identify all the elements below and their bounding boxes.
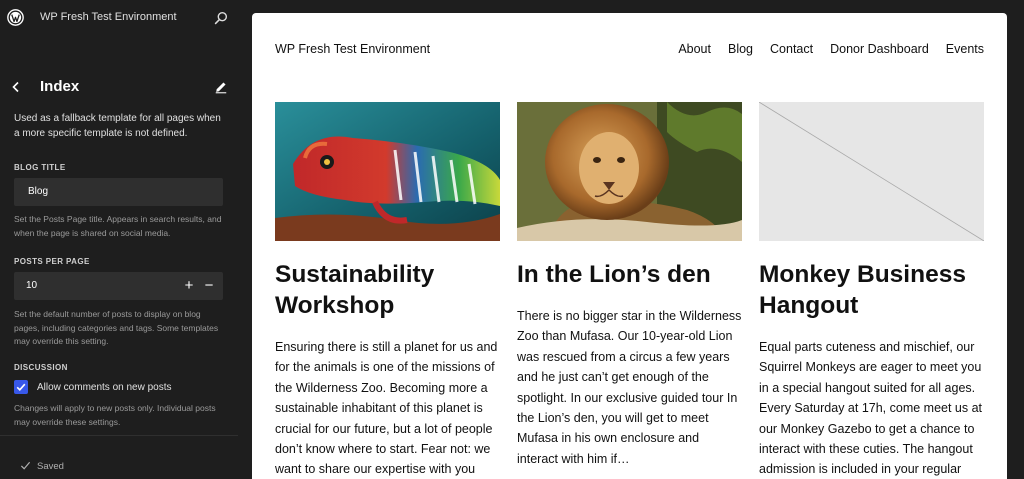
- plus-icon[interactable]: +: [183, 278, 195, 293]
- allow-comments-checkbox[interactable]: [14, 380, 28, 394]
- discussion-help: Changes will apply to new posts only. In…: [14, 403, 216, 427]
- post-excerpt: There is no bigger star in the Wildernes…: [517, 309, 742, 466]
- nav-item-blog[interactable]: Blog: [728, 42, 753, 56]
- post-excerpt: Ensuring there is still a planet for us …: [275, 340, 498, 477]
- lion-photo-icon: [517, 102, 742, 241]
- nav-item-contact[interactable]: Contact: [770, 42, 813, 56]
- post-featured-image-placeholder[interactable]: [759, 102, 984, 241]
- discussion-label: DISCUSSION: [14, 363, 68, 372]
- saved-status: Saved: [37, 461, 64, 472]
- checkmark-icon: [16, 383, 26, 391]
- blog-title-label: BLOG TITLE: [14, 163, 66, 172]
- allow-comments-label[interactable]: Allow comments on new posts: [37, 382, 172, 393]
- post-title[interactable]: In the Lion’s den: [517, 259, 742, 290]
- back-chevron-icon[interactable]: [10, 80, 22, 94]
- nav-item-events[interactable]: Events: [946, 42, 984, 56]
- template-description: Used as a fallback template for all page…: [14, 113, 221, 139]
- site-editor-sidebar: WP Fresh Test Environment Index Used as …: [0, 0, 238, 479]
- post-excerpt: Equal parts cuteness and mischief, our S…: [759, 340, 983, 477]
- posts-per-page-help: Set the default number of posts to displ…: [14, 309, 219, 346]
- wordpress-logo-icon[interactable]: [7, 9, 24, 26]
- post-card: Monkey Business Hangout Equal parts cute…: [759, 102, 984, 479]
- pencil-icon[interactable]: [214, 80, 228, 94]
- check-icon: [20, 461, 31, 470]
- post-title[interactable]: Monkey Business Hangout: [759, 259, 984, 321]
- blog-title-input[interactable]: Blog: [14, 178, 223, 206]
- post-title[interactable]: Sustainability Workshop: [275, 259, 500, 321]
- blog-title-help: Set the Posts Page title. Appears in sea…: [14, 214, 222, 238]
- posts-per-page-label: POSTS PER PAGE: [14, 257, 90, 266]
- nav-item-donor-dashboard[interactable]: Donor Dashboard: [830, 42, 929, 56]
- chameleon-photo-icon: [275, 102, 500, 241]
- sidebar-topbar: WP Fresh Test Environment: [0, 0, 238, 36]
- nav-item-about[interactable]: About: [678, 42, 711, 56]
- site-title[interactable]: WP Fresh Test Environment: [275, 42, 430, 56]
- editor-canvas[interactable]: WP Fresh Test Environment About Blog Con…: [252, 13, 1007, 479]
- post-card: Sustainability Workshop Ensuring there i…: [275, 102, 500, 479]
- template-title: Index: [40, 78, 80, 95]
- search-icon[interactable]: [214, 11, 228, 25]
- post-featured-image[interactable]: [275, 102, 500, 241]
- post-featured-image[interactable]: [517, 102, 742, 241]
- placeholder-image-icon: [759, 102, 984, 241]
- site-name-link[interactable]: WP Fresh Test Environment: [40, 11, 177, 23]
- navigation-menu: About Blog Contact Donor Dashboard Event…: [678, 42, 984, 56]
- post-card: In the Lion’s den There is no bigger sta…: [517, 102, 742, 469]
- sidebar-divider: [0, 435, 238, 436]
- minus-icon[interactable]: −: [203, 278, 215, 293]
